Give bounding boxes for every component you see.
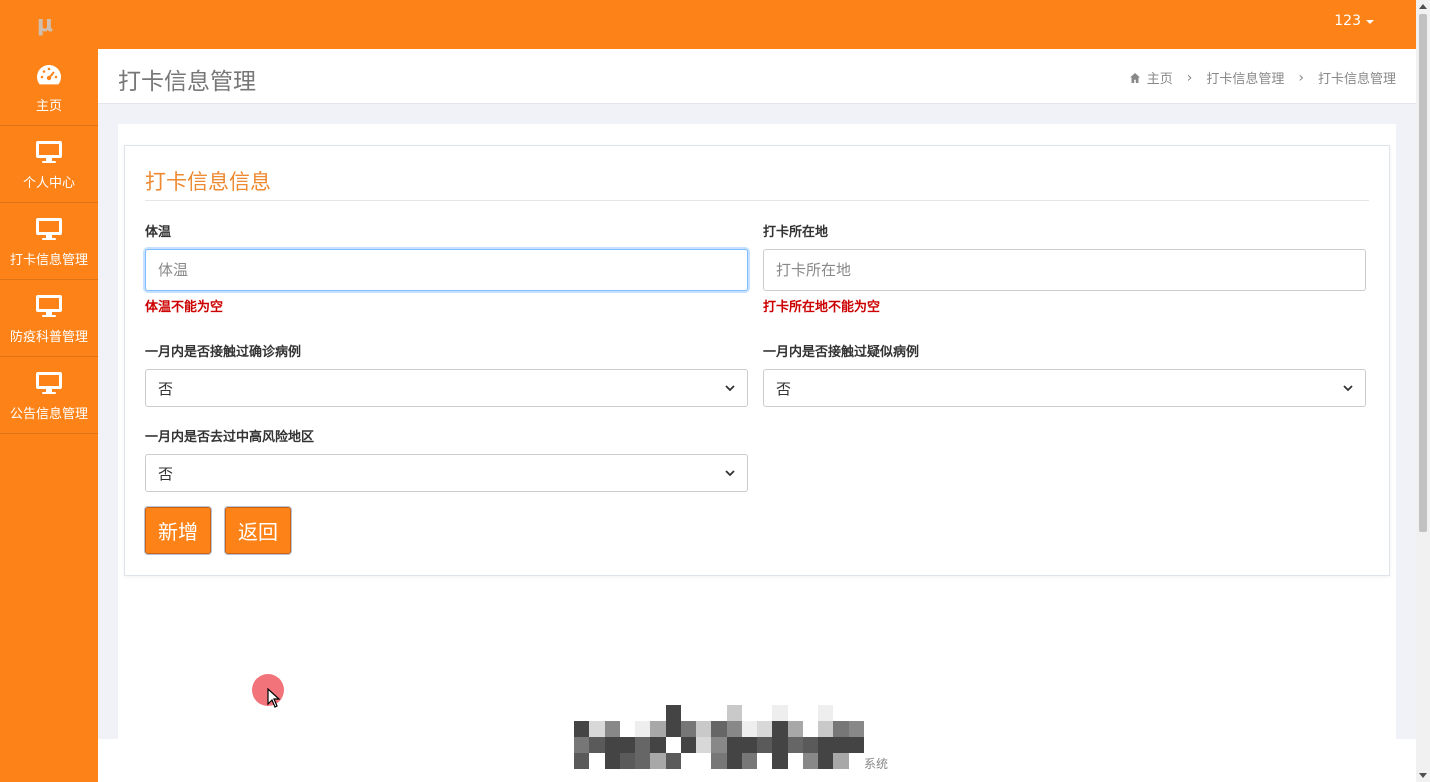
breadcrumb-checkin-management[interactable]: 打卡信息管理 bbox=[1206, 68, 1284, 87]
temperature-error: 体温不能为空 bbox=[145, 300, 224, 315]
sidebar-item-home[interactable]: 主页 bbox=[0, 49, 98, 126]
selected-value: 否 bbox=[158, 464, 174, 483]
temperature-label: 体温 bbox=[145, 225, 172, 240]
page-title: 打卡信息管理 bbox=[118, 69, 256, 95]
logo: μ bbox=[36, 12, 54, 37]
content-area: 打卡信息信息 体温 体温不能为空 打卡所在地 打卡所在地不能为空 一月内是否接触… bbox=[118, 124, 1396, 739]
footer-text: 系统 bbox=[864, 757, 889, 771]
temperature-input[interactable] bbox=[145, 249, 748, 291]
sidebar-item-label: 防疫科普管理 bbox=[9, 329, 88, 345]
sidebar-item-personal-center[interactable]: 个人中心 bbox=[0, 126, 98, 203]
location-error: 打卡所在地不能为空 bbox=[763, 300, 881, 315]
breadcrumb-current: 打卡信息管理 bbox=[1317, 72, 1396, 87]
chevron-down-icon bbox=[725, 470, 735, 477]
sidebar-item-label: 个人中心 bbox=[22, 175, 75, 191]
scroll-thumb[interactable] bbox=[1419, 14, 1427, 532]
location-label: 打卡所在地 bbox=[763, 225, 829, 240]
sidebar-item-label: 主页 bbox=[35, 98, 62, 114]
sidebar-item-label: 打卡信息管理 bbox=[9, 252, 88, 268]
risk-area-select[interactable]: 否 bbox=[145, 454, 748, 492]
risk-area-field-group: 一月内是否去过中高风险地区 否 bbox=[145, 426, 748, 492]
sidebar-item-announcement[interactable]: 公告信息管理 bbox=[0, 357, 98, 434]
selected-value: 否 bbox=[776, 379, 792, 398]
home-icon bbox=[1129, 72, 1141, 84]
footer-logo-mosaic bbox=[574, 705, 864, 769]
sidebar: 主页 个人中心 打卡信息管理 防疫科普管理 公告信息管理 bbox=[0, 49, 98, 782]
location-field-group: 打卡所在地 打卡所在地不能为空 bbox=[763, 221, 1366, 315]
chevron-right-icon: › bbox=[1186, 69, 1193, 86]
page-header: 打卡信息管理 主页 › 打卡信息管理 › 打卡信息管理 bbox=[98, 49, 1416, 104]
chevron-down-icon bbox=[1343, 385, 1353, 392]
chevron-down-icon bbox=[725, 385, 735, 392]
divider bbox=[145, 200, 1369, 201]
temperature-field-group: 体温 体温不能为空 bbox=[145, 221, 748, 315]
suspected-contact-label: 一月内是否接触过疑似病例 bbox=[763, 345, 920, 360]
selected-value: 否 bbox=[158, 379, 174, 398]
confirmed-contact-select[interactable]: 否 bbox=[145, 369, 748, 407]
breadcrumb-home[interactable]: 主页 bbox=[1147, 68, 1173, 87]
monitor-icon bbox=[35, 138, 63, 166]
breadcrumb: 主页 › 打卡信息管理 › 打卡信息管理 bbox=[1129, 68, 1396, 87]
user-menu[interactable]: 123 bbox=[1334, 13, 1374, 29]
sidebar-item-epidemic-science[interactable]: 防疫科普管理 bbox=[0, 280, 98, 357]
mouse-pointer-icon bbox=[267, 688, 281, 708]
back-button[interactable]: 返回 bbox=[225, 507, 291, 554]
chevron-right-icon: › bbox=[1298, 69, 1304, 86]
confirmed-contact-field-group: 一月内是否接触过确诊病例 否 bbox=[145, 341, 748, 407]
scrollbar[interactable] bbox=[1416, 0, 1430, 782]
monitor-icon bbox=[35, 369, 63, 397]
monitor-icon bbox=[35, 215, 63, 243]
top-bar: μ 123 bbox=[0, 0, 1416, 49]
add-button[interactable]: 新增 bbox=[145, 507, 211, 554]
user-name: 123 bbox=[1334, 13, 1361, 29]
caret-down-icon bbox=[1366, 20, 1374, 24]
scroll-down-arrow-icon[interactable] bbox=[1419, 773, 1427, 778]
sidebar-item-label: 公告信息管理 bbox=[9, 406, 88, 422]
location-input[interactable] bbox=[763, 249, 1366, 291]
suspected-contact-field-group: 一月内是否接触过疑似病例 否 bbox=[763, 341, 1366, 407]
monitor-icon bbox=[35, 292, 63, 320]
form-title: 打卡信息信息 bbox=[145, 170, 271, 194]
suspected-contact-select[interactable]: 否 bbox=[763, 369, 1366, 407]
form-card: 打卡信息信息 体温 体温不能为空 打卡所在地 打卡所在地不能为空 一月内是否接触… bbox=[124, 145, 1390, 576]
risk-area-label: 一月内是否去过中高风险地区 bbox=[145, 430, 315, 445]
confirmed-contact-label: 一月内是否接触过确诊病例 bbox=[145, 345, 302, 360]
scroll-up-arrow-icon[interactable] bbox=[1419, 4, 1427, 9]
dashboard-icon bbox=[35, 61, 63, 89]
sidebar-item-checkin-management[interactable]: 打卡信息管理 bbox=[0, 203, 98, 280]
